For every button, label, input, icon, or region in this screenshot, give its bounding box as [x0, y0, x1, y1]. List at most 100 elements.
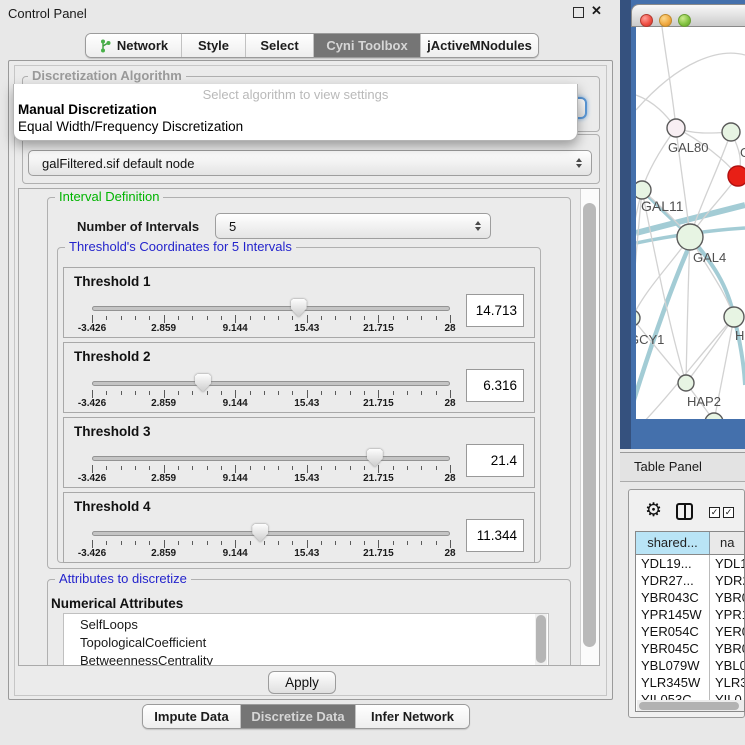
threshold-slider-thumb[interactable] — [252, 524, 268, 542]
threshold-label: Threshold 4 — [74, 499, 151, 514]
slider-tick — [292, 391, 293, 395]
gear-icon[interactable]: ⚙ — [645, 499, 662, 522]
tab-label: Select — [260, 38, 298, 53]
tab-infer-network[interactable]: Infer Network — [356, 705, 469, 728]
network-node[interactable] — [678, 375, 694, 391]
cell-shared-name: YBR043C — [636, 589, 710, 606]
threshold-slider-track[interactable] — [92, 381, 450, 386]
table-horizontal-scrollbar[interactable] — [637, 700, 744, 712]
tab-discretize-data[interactable]: Discretize Data — [241, 705, 356, 728]
slider-tick — [164, 540, 165, 548]
attribute-item-selfloops[interactable]: SelfLoops — [64, 616, 548, 634]
slider-tick — [178, 541, 179, 545]
zoom-traffic-light-icon[interactable] — [678, 14, 691, 27]
attribute-item-betweennesscentrality[interactable]: BetweennessCentrality — [64, 652, 548, 666]
checkbox-icon[interactable]: ✓ — [723, 507, 734, 518]
network-node[interactable] — [728, 166, 745, 186]
slider-tick — [221, 466, 222, 470]
attribute-item-topologicalcoefficient[interactable]: TopologicalCoefficient — [64, 634, 548, 652]
tab-jactivemnodules[interactable]: jActiveMNodules — [421, 34, 538, 57]
tab-cyni-toolbox[interactable]: Cyni Toolbox — [314, 34, 421, 57]
table-row[interactable]: YBL079WYBL0 — [636, 657, 745, 674]
table-row[interactable]: YER054CYER0 — [636, 623, 745, 640]
node-attribute-table[interactable]: shared...na YDL19...YDL1YDR27...YDR2YBR0… — [635, 531, 745, 712]
tab-select[interactable]: Select — [246, 34, 314, 57]
cell-shared-name: YPR145W — [636, 606, 710, 623]
tab-network[interactable]: Network — [86, 34, 182, 57]
table-row[interactable]: YLR345WYLR3 — [636, 674, 745, 691]
number-of-intervals-value: 5 — [229, 219, 236, 234]
checkbox-icon[interactable]: ✓ — [709, 507, 720, 518]
network-node[interactable] — [636, 181, 651, 199]
cell-name: YBR0 — [710, 640, 745, 657]
tab-impute-data[interactable]: Impute Data — [143, 705, 241, 728]
slider-tick-label: 15.43 — [282, 473, 332, 484]
threshold-value-field[interactable]: 21.4 — [466, 444, 524, 477]
close-traffic-light-icon[interactable] — [640, 14, 653, 27]
network-canvas[interactable]: GAL80GAGAL11GAL4GCY1HHAP2 — [636, 27, 745, 419]
table-row[interactable]: YPR145WYPR1 — [636, 606, 745, 623]
slider-tick — [235, 315, 236, 323]
close-icon[interactable]: ✕ — [591, 3, 602, 19]
slider-tick — [350, 316, 351, 320]
table-row[interactable]: YDR27...YDR2 — [636, 572, 745, 589]
threshold-slider-thumb[interactable] — [291, 299, 307, 317]
threshold-value-field[interactable]: 14.713 — [466, 294, 524, 327]
threshold-slider-track[interactable] — [92, 456, 450, 461]
apply-button[interactable]: Apply — [268, 671, 336, 694]
slider-tick — [121, 466, 122, 470]
float-window-icon[interactable] — [573, 7, 584, 18]
tab-style[interactable]: Style — [182, 34, 246, 57]
slider-tick — [292, 466, 293, 470]
algorithm-option-equal-width-frequency-discretization[interactable]: Equal Width/Frequency Discretization — [18, 119, 243, 134]
slider-tick — [135, 391, 136, 395]
threshold-slider-thumb[interactable] — [367, 449, 383, 467]
minimize-traffic-light-icon[interactable] — [659, 14, 672, 27]
network-node[interactable] — [724, 307, 744, 327]
threshold-value-field[interactable]: 6.316 — [466, 369, 524, 402]
threshold-slider-track[interactable] — [92, 306, 450, 311]
network-window-titlebar[interactable] — [631, 4, 745, 27]
slider-tick — [192, 316, 193, 320]
slider-tick — [106, 391, 107, 395]
slider-tick — [421, 541, 422, 545]
slider-tick — [149, 391, 150, 395]
split-columns-icon[interactable] — [676, 503, 693, 520]
table-row[interactable]: YBR043CYBR0 — [636, 589, 745, 606]
discretization-algorithm-title: Discretization Algorithm — [28, 69, 186, 83]
slider-tick — [250, 466, 251, 470]
slider-tick — [92, 540, 93, 548]
slider-tick-label: -3.426 — [67, 548, 117, 559]
attributes-scrollbar-thumb[interactable] — [536, 615, 546, 663]
column-header-shared-[interactable]: shared... — [636, 532, 710, 554]
threshold-value-field[interactable]: 11.344 — [466, 519, 524, 552]
table-panel-title: Table Panel — [634, 459, 702, 474]
table-row[interactable]: YBR045CYBR0 — [636, 640, 745, 657]
table-row[interactable]: YDL19...YDL1 — [636, 555, 745, 572]
node-label-gcy1: GCY1 — [636, 332, 664, 347]
slider-tick — [135, 466, 136, 470]
threshold-slider-thumb[interactable] — [195, 374, 211, 392]
table-horizontal-scrollbar-thumb[interactable] — [639, 702, 739, 710]
slider-tick-label: 9.144 — [210, 398, 260, 409]
threshold-slider-track[interactable] — [92, 531, 450, 536]
number-of-intervals-combo[interactable]: 5 — [215, 213, 491, 239]
network-node[interactable] — [722, 123, 740, 141]
slider-tick — [178, 466, 179, 470]
table-data-combo[interactable]: galFiltered.sif default node — [28, 150, 592, 176]
slider-tick — [192, 466, 193, 470]
slider-tick — [207, 316, 208, 320]
slider-tick — [436, 316, 437, 320]
network-node[interactable] — [677, 224, 703, 250]
slider-tick — [450, 465, 451, 473]
threshold-label: Threshold 1 — [74, 274, 151, 289]
settings-vertical-scrollbar-thumb[interactable] — [583, 203, 596, 647]
column-header-na[interactable]: na — [710, 532, 745, 554]
network-edges-gray — [636, 27, 745, 419]
network-node[interactable] — [705, 413, 723, 419]
slider-tick — [278, 541, 279, 545]
network-node[interactable] — [667, 119, 685, 137]
network-node[interactable] — [636, 310, 640, 326]
cell-name: YLR3 — [710, 674, 745, 691]
algorithm-option-manual-discretization[interactable]: Manual Discretization — [18, 102, 157, 117]
